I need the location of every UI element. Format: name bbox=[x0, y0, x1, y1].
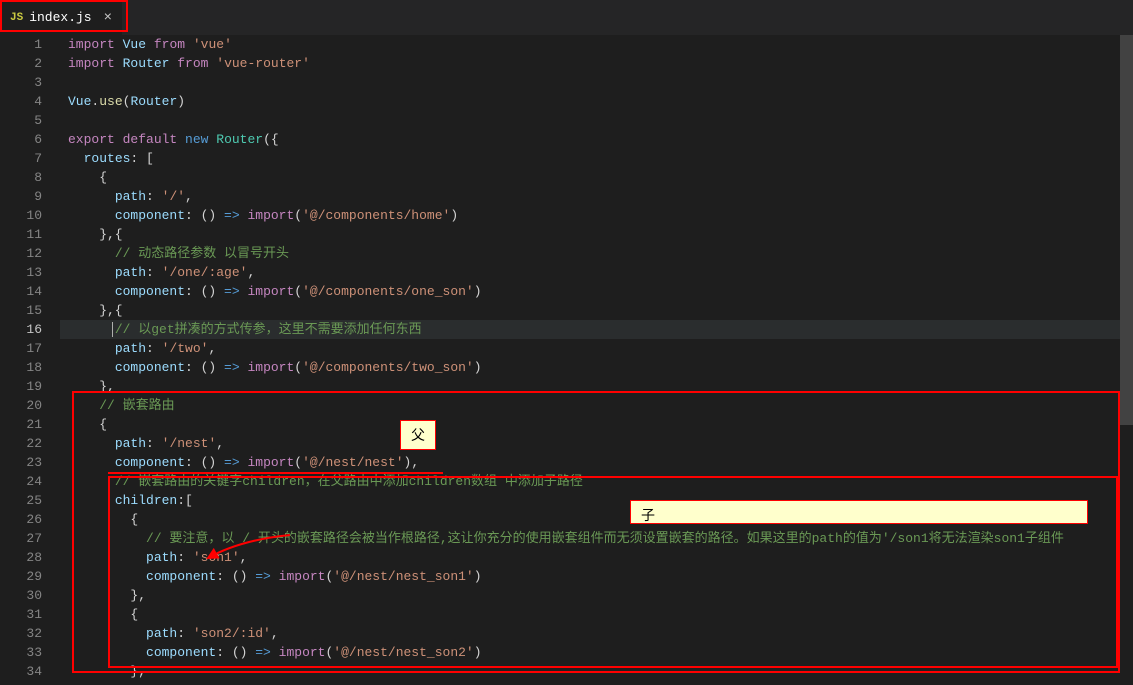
line-number-gutter: 1234567891011121314151617181920212223242… bbox=[0, 35, 60, 685]
code-line[interactable]: },{ bbox=[60, 301, 1133, 320]
line-number: 6 bbox=[0, 130, 42, 149]
code-line[interactable]: path: 'son1', bbox=[60, 548, 1133, 567]
code-line[interactable]: // 要注意，以 / 开头的嵌套路径会被当作根路径,这让你充分的使用嵌套组件而无… bbox=[60, 529, 1133, 548]
line-number: 24 bbox=[0, 472, 42, 491]
line-number: 2 bbox=[0, 54, 42, 73]
code-line[interactable]: path: 'son2/:id', bbox=[60, 624, 1133, 643]
text-cursor bbox=[112, 322, 113, 337]
code-line[interactable]: { bbox=[60, 168, 1133, 187]
line-number: 26 bbox=[0, 510, 42, 529]
code-line[interactable]: component: () => import('@/components/ho… bbox=[60, 206, 1133, 225]
js-file-icon: JS bbox=[10, 12, 23, 24]
code-line[interactable]: import Vue from 'vue' bbox=[60, 35, 1133, 54]
code-line[interactable] bbox=[60, 73, 1133, 92]
line-number: 30 bbox=[0, 586, 42, 605]
code-editor[interactable]: 1234567891011121314151617181920212223242… bbox=[0, 35, 1133, 685]
code-line[interactable]: component: () => import('@/nest/nest_son… bbox=[60, 643, 1133, 662]
code-line[interactable]: // 嵌套路由的关键字children，在父路由中添加children数组 中添… bbox=[60, 472, 1133, 491]
line-number: 33 bbox=[0, 643, 42, 662]
line-number: 20 bbox=[0, 396, 42, 415]
line-number: 18 bbox=[0, 358, 42, 377]
code-line[interactable]: routes: [ bbox=[60, 149, 1133, 168]
code-line[interactable]: },{ bbox=[60, 225, 1133, 244]
close-icon[interactable]: × bbox=[104, 10, 112, 26]
scrollbar-thumb[interactable] bbox=[1120, 35, 1133, 425]
line-number: 11 bbox=[0, 225, 42, 244]
line-number: 5 bbox=[0, 111, 42, 130]
code-line[interactable]: import Router from 'vue-router' bbox=[60, 54, 1133, 73]
line-number: 21 bbox=[0, 415, 42, 434]
code-line[interactable]: export default new Router({ bbox=[60, 130, 1133, 149]
code-line[interactable]: path: '/two', bbox=[60, 339, 1133, 358]
code-line[interactable]: { bbox=[60, 605, 1133, 624]
code-line[interactable]: }, bbox=[60, 377, 1133, 396]
annotation-note-parent: 父 bbox=[400, 420, 436, 450]
code-line[interactable]: path: '/one/:age', bbox=[60, 263, 1133, 282]
line-number: 17 bbox=[0, 339, 42, 358]
code-area[interactable]: import Vue from 'vue'import Router from … bbox=[60, 35, 1133, 685]
line-number: 4 bbox=[0, 92, 42, 111]
line-number: 22 bbox=[0, 434, 42, 453]
line-number: 1 bbox=[0, 35, 42, 54]
tab-bar: JS index.js × bbox=[0, 0, 1133, 35]
code-line[interactable]: path: '/', bbox=[60, 187, 1133, 206]
vertical-scrollbar[interactable] bbox=[1120, 35, 1133, 685]
code-line[interactable]: }, bbox=[60, 662, 1133, 681]
line-number: 23 bbox=[0, 453, 42, 472]
tab-filename: index.js bbox=[29, 10, 91, 25]
code-line[interactable]: component: () => import('@/nest/nest'), bbox=[60, 453, 1133, 472]
code-line[interactable]: component: () => import('@/nest/nest_son… bbox=[60, 567, 1133, 586]
code-line[interactable]: path: '/nest', bbox=[60, 434, 1133, 453]
line-number: 29 bbox=[0, 567, 42, 586]
code-line[interactable]: // 嵌套路由 bbox=[60, 396, 1133, 415]
line-number: 27 bbox=[0, 529, 42, 548]
line-number: 10 bbox=[0, 206, 42, 225]
line-number: 28 bbox=[0, 548, 42, 567]
line-number: 25 bbox=[0, 491, 42, 510]
code-line[interactable]: component: () => import('@/components/tw… bbox=[60, 358, 1133, 377]
code-line[interactable]: Vue.use(Router) bbox=[60, 92, 1133, 111]
line-number: 15 bbox=[0, 301, 42, 320]
code-line[interactable]: // 以get拼凑的方式传参，这里不需要添加任何东西 bbox=[60, 320, 1133, 339]
line-number: 13 bbox=[0, 263, 42, 282]
line-number: 14 bbox=[0, 282, 42, 301]
line-number: 12 bbox=[0, 244, 42, 263]
line-number: 16 bbox=[0, 320, 42, 339]
code-line[interactable]: { bbox=[60, 415, 1133, 434]
line-number: 9 bbox=[0, 187, 42, 206]
line-number: 32 bbox=[0, 624, 42, 643]
line-number: 3 bbox=[0, 73, 42, 92]
line-number: 34 bbox=[0, 662, 42, 681]
code-line[interactable]: component: () => import('@/components/on… bbox=[60, 282, 1133, 301]
line-number: 31 bbox=[0, 605, 42, 624]
annotation-note-child: 子 bbox=[630, 500, 1088, 524]
line-number: 7 bbox=[0, 149, 42, 168]
code-line[interactable]: // 动态路径参数 以冒号开头 bbox=[60, 244, 1133, 263]
code-line[interactable]: }, bbox=[60, 586, 1133, 605]
code-line[interactable] bbox=[60, 111, 1133, 130]
line-number: 8 bbox=[0, 168, 42, 187]
line-number: 19 bbox=[0, 377, 42, 396]
file-tab-index-js[interactable]: JS index.js × bbox=[0, 0, 123, 35]
